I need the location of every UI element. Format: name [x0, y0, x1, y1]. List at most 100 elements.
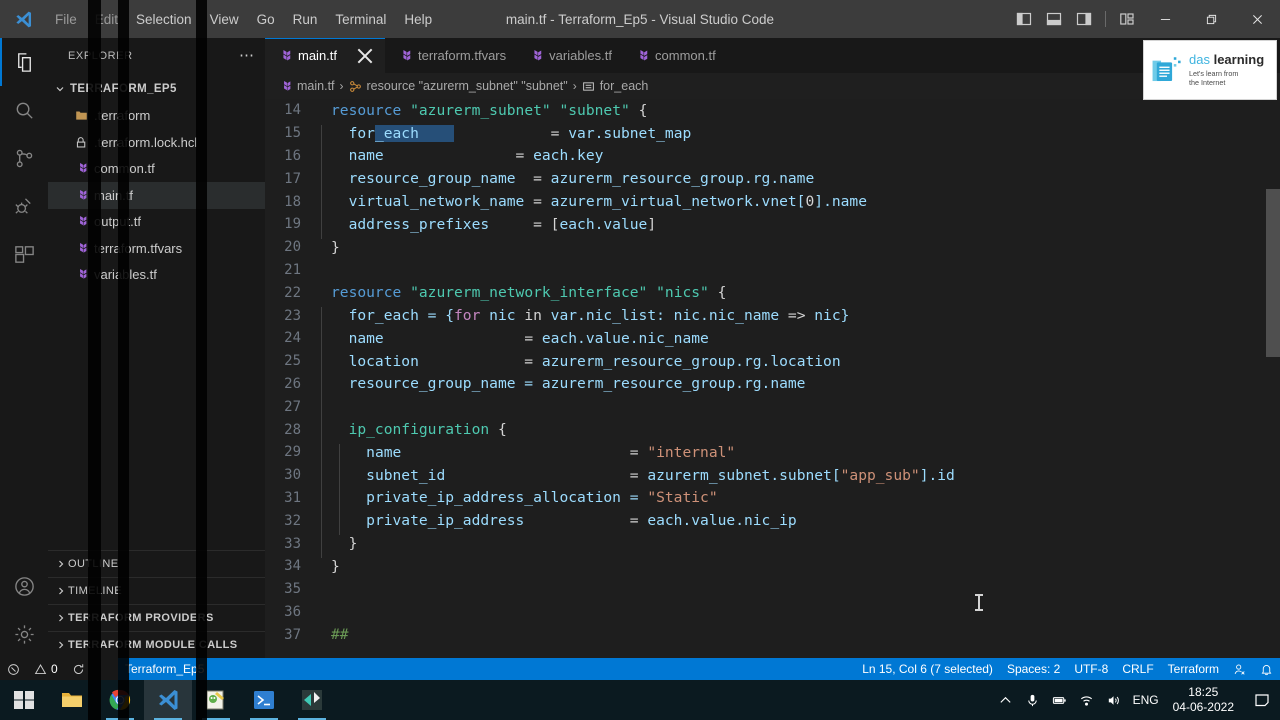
menu-file[interactable]: File: [46, 0, 86, 38]
branch-indicator[interactable]: Terraform_Ep5: [118, 658, 211, 680]
indentation-indicator[interactable]: Spaces: 2: [1000, 658, 1067, 680]
code-line[interactable]: 16 name = each.key: [265, 145, 1280, 171]
tab-close-icon[interactable]: [355, 46, 375, 66]
code-line[interactable]: 31 private_ip_address_allocation = "Stat…: [265, 487, 1280, 513]
battery-icon[interactable]: [1046, 693, 1073, 708]
code-line[interactable]: 35: [265, 578, 1280, 601]
menu-edit[interactable]: Edit: [86, 0, 127, 38]
show-hidden-icons-chevron[interactable]: [992, 693, 1019, 708]
code-line[interactable]: 18 virtual_network_name = azurerm_virtua…: [265, 190, 1280, 216]
tree-root-folder[interactable]: TERRAFORM_EP5: [48, 76, 265, 103]
code-line[interactable]: 24 name = each.value.nic_name: [265, 327, 1280, 353]
microphone-icon[interactable]: [1019, 693, 1046, 708]
tab-common-tf[interactable]: common.tf: [622, 38, 726, 73]
code-line[interactable]: 33 }: [265, 532, 1280, 558]
notifications-bell-icon[interactable]: [1253, 658, 1280, 680]
code-line[interactable]: 21: [265, 259, 1280, 282]
activity-run-and-debug[interactable]: [0, 182, 48, 230]
code-line[interactable]: 32 private_ip_address = each.value.nic_i…: [265, 509, 1280, 536]
menu-terminal[interactable]: Terminal: [326, 0, 395, 38]
activity-extensions[interactable]: [0, 230, 48, 278]
restore-button[interactable]: [1188, 0, 1234, 38]
code-line[interactable]: 14 resource "azurerm_subnet" "subnet" {: [265, 99, 1280, 122]
vscode-icon[interactable]: [144, 680, 192, 720]
encoding-indicator[interactable]: UTF-8: [1067, 658, 1115, 680]
code-line-text: location = azurerm_resource_group.rg.loc…: [321, 352, 841, 376]
activity-settings[interactable]: [0, 610, 48, 658]
tree-item-output-tf[interactable]: output.tf: [48, 209, 265, 236]
language-mode-indicator[interactable]: Terraform: [1161, 658, 1226, 680]
code-lines[interactable]: 14 resource "azurerm_subnet" "subnet" {15…: [265, 99, 1280, 646]
code-line[interactable]: 17 resource_group_name = azurerm_resourc…: [265, 167, 1280, 194]
language-indicator[interactable]: ENG: [1127, 693, 1165, 707]
minimize-button[interactable]: [1142, 0, 1188, 38]
activity-source-control[interactable]: [0, 134, 48, 182]
tab-main-tf[interactable]: main.tf: [265, 38, 386, 73]
code-line[interactable]: 34}: [265, 555, 1280, 578]
code-token: var.subnet_map: [568, 124, 692, 142]
code-line[interactable]: 19 address_prefixes = [each.value]: [265, 213, 1280, 239]
section-timeline[interactable]: TIMELINE: [48, 577, 265, 604]
close-button[interactable]: [1234, 0, 1280, 38]
toggle-primary-sidebar-icon[interactable]: [1009, 0, 1039, 38]
notepad-icon[interactable]: [192, 680, 240, 720]
problems-indicator[interactable]: 0: [27, 658, 65, 680]
powershell-icon[interactable]: [240, 680, 288, 720]
menu-view[interactable]: View: [201, 0, 248, 38]
activity-explorer[interactable]: [0, 38, 48, 86]
cursor-position[interactable]: Ln 15, Col 6 (7 selected): [855, 658, 1000, 680]
editor-scrollbar-thumb[interactable]: [1266, 189, 1280, 357]
breadcrumb-file[interactable]: main.tf: [279, 79, 335, 93]
breadcrumb-symbol-for-each[interactable]: for_each: [582, 79, 648, 93]
tab-variables-tf[interactable]: variables.tf: [516, 38, 623, 73]
tree-item-terraform-tfvars[interactable]: terraform.tfvars: [48, 235, 265, 262]
code-line[interactable]: 22 resource "azurerm_network_interface" "…: [265, 281, 1280, 304]
menu-help[interactable]: Help: [395, 0, 441, 38]
code-line[interactable]: 37 ##: [265, 623, 1280, 646]
tree-item-dot-terraform[interactable]: .terraform: [48, 103, 265, 130]
section-terraform-providers[interactable]: TERRAFORM PROVIDERS: [48, 604, 265, 631]
feedback-icon[interactable]: [1226, 658, 1253, 680]
code-line[interactable]: 28 ip_configuration {: [265, 418, 1280, 444]
volume-icon[interactable]: [1100, 693, 1127, 708]
code-token: name: [348, 147, 384, 165]
customize-layout-icon[interactable]: [1112, 0, 1142, 38]
chrome-icon[interactable]: [96, 680, 144, 720]
code-line[interactable]: 25 location = azurerm_resource_group.rg.…: [265, 350, 1280, 376]
breadcrumb-symbol-resource[interactable]: resource "azurerm_subnet" "subnet": [349, 79, 568, 93]
menu-run[interactable]: Run: [284, 0, 327, 38]
tree-item-variables-tf[interactable]: variables.tf: [48, 262, 265, 289]
menu-bar[interactable]: File Edit Selection View Go Run Terminal…: [46, 0, 441, 38]
wifi-icon[interactable]: [1073, 693, 1100, 708]
start-icon[interactable]: [0, 680, 48, 720]
tree-item-terraform-lock[interactable]: .terraform.lock.hcl: [48, 129, 265, 156]
menu-go[interactable]: Go: [248, 0, 284, 38]
activity-accounts[interactable]: [0, 562, 48, 610]
menu-selection[interactable]: Selection: [127, 0, 201, 38]
code-line[interactable]: 23 for_each = {for nic in var.nic_list: …: [265, 304, 1280, 330]
toggle-secondary-sidebar-icon[interactable]: [1069, 0, 1099, 38]
sync-icon[interactable]: [65, 658, 92, 680]
section-outline[interactable]: OUTLINE: [48, 550, 265, 577]
code-line[interactable]: 30 subnet_id = azurerm_subnet.subnet["ap…: [265, 464, 1280, 490]
code-line[interactable]: 36: [265, 601, 1280, 624]
clock[interactable]: 18:25 04-06-2022: [1165, 685, 1242, 715]
code-editor[interactable]: 14 resource "azurerm_subnet" "subnet" {15…: [265, 99, 1280, 658]
toggle-panel-icon[interactable]: [1039, 0, 1069, 38]
file-explorer-icon[interactable]: [48, 680, 96, 720]
teal-app-icon[interactable]: [288, 680, 336, 720]
code-line[interactable]: 29 name = "internal": [265, 441, 1280, 467]
eol-indicator[interactable]: CRLF: [1115, 658, 1160, 680]
notification-icon[interactable]: [1242, 692, 1280, 708]
tree-item-main-tf[interactable]: main.tf: [48, 182, 265, 209]
activity-search[interactable]: [0, 86, 48, 134]
remote-indicator[interactable]: [0, 658, 27, 680]
code-line[interactable]: 26 resource_group_name = azurerm_resourc…: [265, 373, 1280, 399]
code-line[interactable]: 27: [265, 395, 1280, 422]
code-line[interactable]: 15 for_each = var.subnet_map: [265, 122, 1280, 148]
tree-item-common-tf[interactable]: common.tf: [48, 156, 265, 183]
tab-terraform-tfvars[interactable]: terraform.tfvars: [385, 38, 517, 73]
section-terraform-module-calls[interactable]: TERRAFORM MODULE CALLS: [48, 631, 265, 658]
sidebar-more-actions-icon[interactable]: ⋯: [239, 48, 255, 63]
code-line[interactable]: 20}: [265, 236, 1280, 259]
